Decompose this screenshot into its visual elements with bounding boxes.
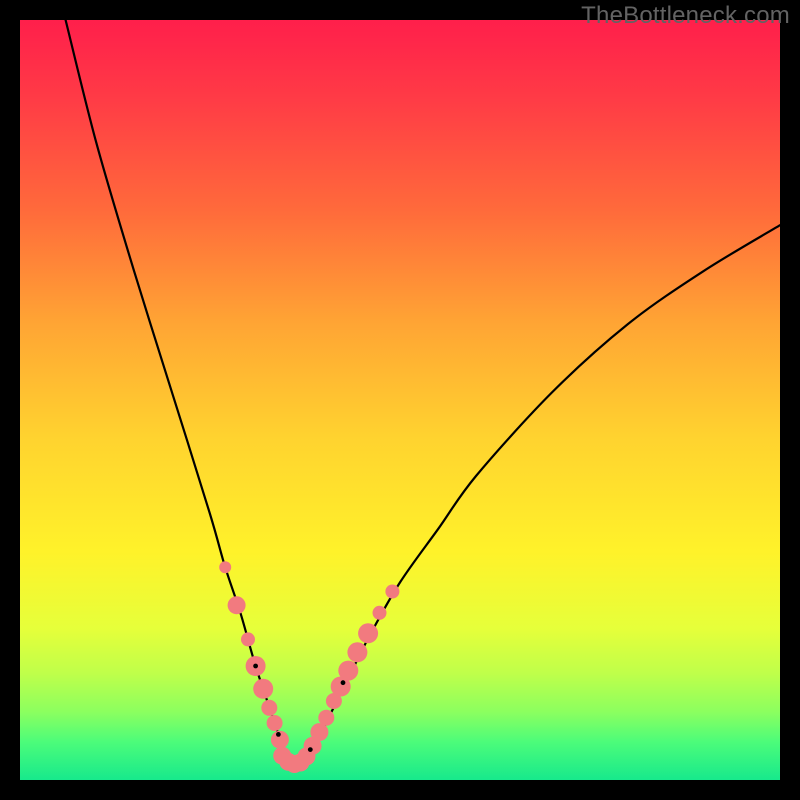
anchor-dot (308, 747, 313, 752)
chart-frame: TheBottleneck.com (0, 0, 800, 800)
marker-dot (310, 723, 328, 741)
curve-svg (20, 20, 780, 780)
marker-dot (267, 715, 283, 731)
marker-dots (219, 561, 399, 773)
anchor-dot (276, 732, 281, 737)
marker-dot (318, 710, 334, 726)
anchor-dot (341, 680, 346, 685)
anchor-dot (253, 664, 258, 669)
marker-dot (253, 679, 273, 699)
marker-dot (373, 606, 387, 620)
marker-dot (338, 661, 358, 681)
watermark-text: TheBottleneck.com (581, 2, 790, 30)
marker-dot (228, 596, 246, 614)
marker-dot (219, 561, 231, 573)
bottleneck-curve (66, 20, 780, 765)
marker-dot (358, 623, 378, 643)
marker-dot (347, 642, 367, 662)
marker-dot (385, 585, 399, 599)
marker-dot (241, 632, 255, 646)
plot-area (20, 20, 780, 780)
marker-dot (261, 700, 277, 716)
